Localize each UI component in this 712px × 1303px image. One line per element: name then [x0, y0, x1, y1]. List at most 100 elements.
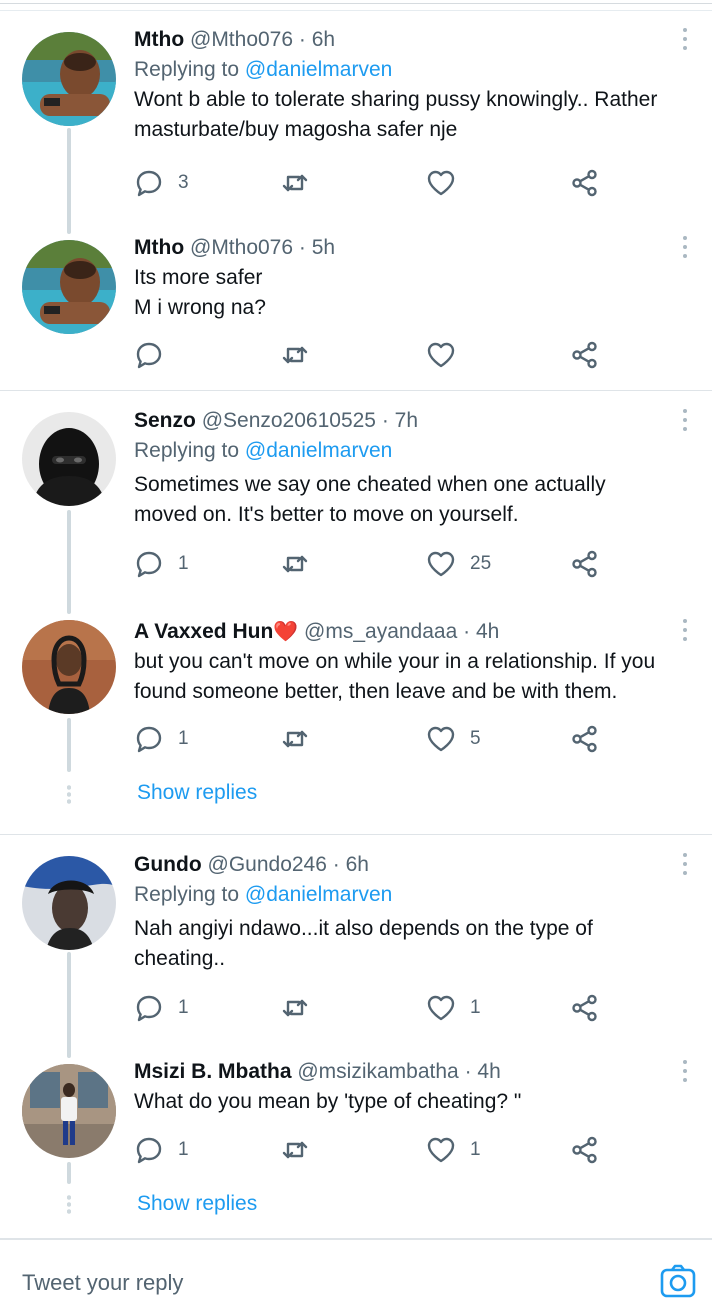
like-button[interactable] — [426, 338, 470, 372]
retweet-button[interactable] — [280, 166, 310, 200]
replying-mention[interactable]: @danielmarven — [245, 883, 392, 906]
more-options-icon[interactable] — [682, 409, 688, 433]
tweet-text-line: cheating.. — [134, 947, 226, 970]
share-icon — [572, 341, 597, 369]
replying-prefix: Replying to — [134, 883, 240, 906]
tweet-time[interactable]: 4h — [476, 620, 499, 643]
top-divider-secondary — [0, 10, 712, 11]
reply-button[interactable]: 3 — [134, 166, 189, 200]
like-button[interactable] — [426, 166, 470, 200]
more-options-icon[interactable] — [682, 1060, 688, 1084]
reply-button[interactable]: 1 — [134, 722, 189, 756]
avatar[interactable] — [22, 412, 116, 506]
retweet-button[interactable] — [280, 338, 310, 372]
reply-count: 1 — [178, 728, 189, 749]
share-icon — [572, 994, 597, 1022]
show-replies-link[interactable]: Show replies — [137, 781, 257, 805]
tweet-text-line: Nah angiyi ndawo...it also depends on th… — [134, 917, 593, 940]
avatar[interactable] — [22, 32, 116, 126]
retweet-button[interactable] — [280, 991, 310, 1025]
author-handle[interactable]: @Senzo20610525 — [202, 409, 376, 432]
share-button[interactable] — [570, 166, 600, 200]
like-count: 1 — [470, 997, 481, 1018]
thread-line — [67, 1162, 71, 1184]
separator: · — [381, 409, 389, 432]
retweet-icon — [282, 999, 308, 1017]
retweet-button[interactable] — [280, 547, 310, 581]
share-button[interactable] — [570, 991, 600, 1025]
avatar[interactable] — [22, 240, 116, 334]
camera-icon[interactable] — [660, 1264, 696, 1298]
tweet-time[interactable]: 4h — [477, 1060, 500, 1083]
author-name[interactable]: A Vaxxed Hun — [134, 620, 273, 643]
reply-button[interactable]: 1 — [134, 991, 189, 1025]
author-name[interactable]: Mtho — [134, 28, 184, 51]
share-button[interactable] — [570, 1133, 600, 1167]
author-name[interactable]: Mtho — [134, 236, 184, 259]
tweet-time[interactable]: 7h — [395, 409, 418, 432]
like-button[interactable]: 5 — [426, 722, 481, 756]
tweet-actions — [134, 338, 614, 372]
more-options-icon[interactable] — [682, 619, 688, 643]
reply-icon — [136, 726, 162, 753]
share-icon — [572, 725, 597, 753]
avatar[interactable] — [22, 620, 116, 714]
more-options-icon[interactable] — [682, 853, 688, 877]
thread-divider — [0, 390, 712, 391]
retweet-button[interactable] — [280, 722, 310, 756]
tweet-reply-input[interactable]: Tweet your reply — [22, 1270, 183, 1296]
like-button[interactable]: 1 — [426, 1133, 481, 1167]
tweet-actions: 1 1 — [134, 991, 614, 1025]
retweet-icon — [282, 1141, 308, 1159]
share-button[interactable] — [570, 722, 600, 756]
tweet-time[interactable]: 6h — [346, 853, 369, 876]
author-handle[interactable]: @Mtho076 — [190, 28, 293, 51]
like-button[interactable]: 1 — [426, 991, 481, 1025]
author-handle[interactable]: @Gundo246 — [208, 853, 327, 876]
tweet-text-line: What do you mean by 'type of cheating? " — [134, 1090, 522, 1113]
tweet-text: Sometimes we say one cheated when one ac… — [134, 470, 682, 530]
tweet-actions: 1 25 — [134, 547, 614, 581]
thread-line — [67, 718, 71, 772]
top-divider — [0, 3, 712, 4]
reply-button[interactable] — [134, 338, 178, 372]
more-options-icon[interactable] — [682, 236, 688, 260]
author-handle[interactable]: @Mtho076 — [190, 236, 293, 259]
tweet-time[interactable]: 5h — [312, 236, 335, 259]
thread-divider — [0, 834, 712, 835]
author-name[interactable]: Gundo — [134, 853, 202, 876]
tweet-text-line: moved on. It's better to move on yoursel… — [134, 503, 519, 526]
replying-mention[interactable]: @danielmarven — [245, 439, 392, 462]
show-replies-link[interactable]: Show replies — [137, 1192, 257, 1216]
author-handle[interactable]: @msizikambatha — [297, 1060, 458, 1083]
tweet-actions: 1 5 — [134, 722, 614, 756]
reply-count: 3 — [178, 172, 189, 193]
more-options-icon[interactable] — [682, 28, 688, 52]
tweet-time[interactable]: 6h — [312, 28, 335, 51]
share-button[interactable] — [570, 338, 600, 372]
author-name[interactable]: Senzo — [134, 409, 196, 432]
tweet-text: Its more safer M i wrong na? — [134, 263, 682, 323]
tweet-text-line: Sometimes we say one cheated when one ac… — [134, 473, 606, 496]
like-count: 25 — [470, 553, 492, 574]
replying-mention[interactable]: @danielmarven — [245, 58, 392, 81]
tweet-text: but you can't move on while your in a re… — [134, 647, 682, 707]
like-button[interactable]: 25 — [426, 547, 491, 581]
reply-count: 1 — [178, 997, 189, 1018]
retweet-icon — [282, 174, 308, 192]
thread-continuation-dots — [67, 784, 71, 806]
replying-prefix: Replying to — [134, 439, 240, 462]
separator: · — [332, 853, 340, 876]
retweet-button[interactable] — [280, 1133, 310, 1167]
tweet-text-line: masturbate/buy magosha safer nje — [134, 118, 458, 141]
separator: · — [464, 1060, 472, 1083]
avatar[interactable] — [22, 1064, 116, 1158]
replying-to: Replying to @danielmarven — [134, 436, 682, 466]
tweet-text-line: M i wrong na? — [134, 296, 266, 319]
avatar[interactable] — [22, 856, 116, 950]
author-name[interactable]: Msizi B. Mbatha — [134, 1060, 292, 1083]
reply-button[interactable]: 1 — [134, 547, 189, 581]
share-button[interactable] — [570, 547, 600, 581]
author-handle[interactable]: @ms_ayandaaa — [304, 620, 457, 643]
reply-button[interactable]: 1 — [134, 1133, 189, 1167]
